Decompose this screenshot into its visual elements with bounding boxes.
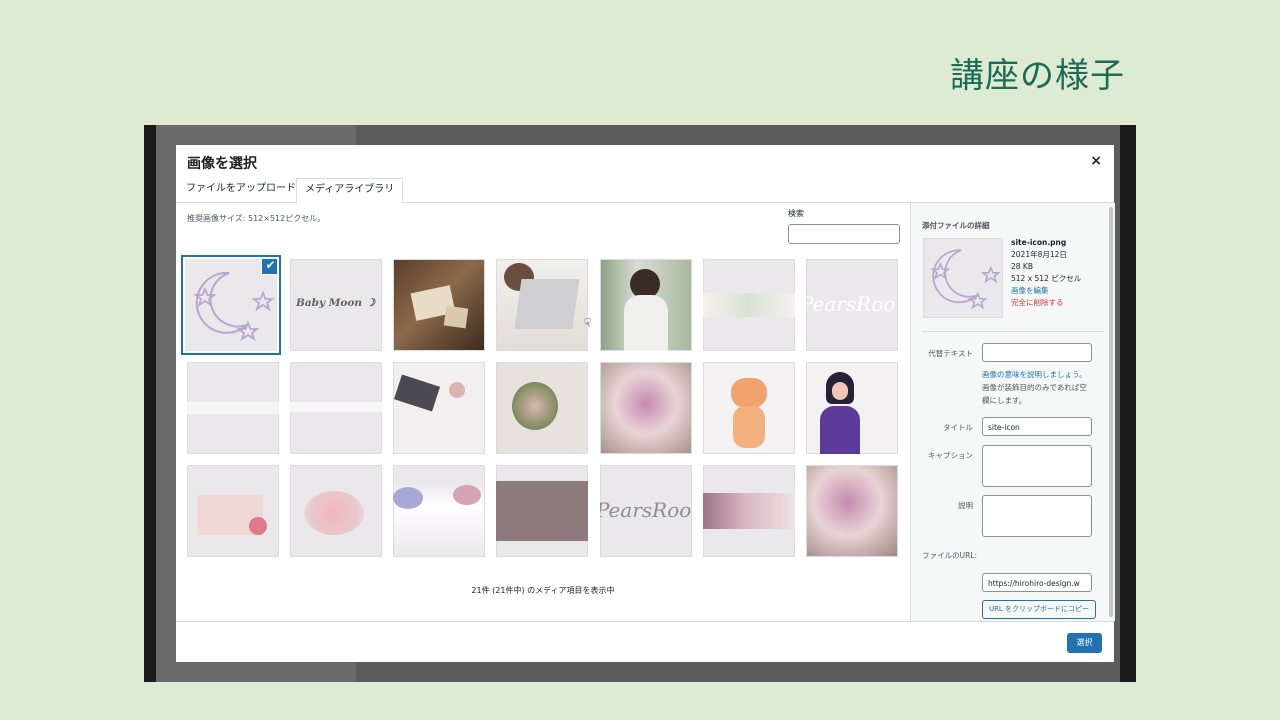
description-label: 説明 — [958, 501, 973, 510]
media-thumb-banner-white-1[interactable] — [187, 362, 279, 454]
thumb-roses-shape — [304, 491, 364, 535]
title-input[interactable]: site-icon — [982, 417, 1092, 436]
alt-text-input[interactable] — [982, 343, 1092, 362]
media-count-text: 21件 (21件中) のメディア項目を表示中 — [471, 586, 615, 595]
attachment-preview — [923, 238, 1003, 318]
thumb-text: PearsRoo — [806, 292, 896, 316]
thumb-cup-shape — [449, 382, 465, 398]
media-thumb-bouquet[interactable] — [496, 362, 588, 454]
thumb-body-shape — [820, 406, 860, 454]
file-url-label: ファイルのURL: — [922, 551, 977, 560]
thumb-banner-shape — [703, 493, 795, 529]
tab-media-library[interactable]: メディアライブラリ — [296, 178, 404, 204]
media-thumb-pink-envelope[interactable] — [187, 465, 279, 557]
thumb-laptop-shape — [514, 279, 580, 329]
thumb-banner-shape — [703, 293, 795, 317]
recommended-size-hint: 推奨画像サイズ: 512×512ピクセル。 — [187, 214, 326, 223]
media-thumb-window-woman[interactable] — [600, 259, 692, 351]
image-dimensions: 512 x 512 ピクセル — [1011, 274, 1082, 283]
file-size: 28 KB — [1011, 262, 1033, 271]
thumb-flower-shape — [393, 487, 423, 509]
alt-text-help-link[interactable]: 画像の意味を説明しましょう — [982, 370, 1079, 379]
thumb-bouquet-shape — [512, 382, 558, 430]
modal-footer: 選択 — [176, 621, 1114, 663]
media-thumb-baby-moon[interactable]: Baby Moon ☽ — [290, 259, 382, 351]
thumb-face-shape — [832, 382, 848, 400]
description-textarea[interactable] — [982, 495, 1092, 537]
delete-permanently-link[interactable]: 完全に削除する — [1011, 297, 1081, 309]
media-thumb-flower-banner[interactable] — [703, 465, 795, 557]
moon-stars-icon — [930, 249, 1001, 310]
thumb-cat-body-shape — [733, 406, 765, 448]
media-thumb-keyboard-desk[interactable] — [393, 362, 485, 454]
attachment-details-heading: 添付ファイルの詳細 — [922, 221, 990, 230]
file-url-input[interactable]: https://hirohiro-design.w — [982, 573, 1092, 592]
media-modal: 画像を選択 × ファイルをアップロード メディアライブラリ 推奨画像サイズ: 5… — [176, 145, 1115, 663]
attachment-details-sidebar: 添付ファイルの詳細 site-icon.png 2021年8月12日 28 KB… — [910, 203, 1115, 621]
select-button[interactable]: 選択 — [1067, 633, 1102, 653]
media-thumb-cat-illustration[interactable] — [703, 362, 795, 454]
thumb-shirt-shape — [624, 295, 668, 351]
thumb-card-shape — [443, 305, 469, 329]
mouse-cursor-icon: ☟ — [584, 316, 592, 330]
title-label: タイトル — [943, 423, 973, 432]
media-thumb-woman-illustration[interactable] — [806, 362, 898, 454]
media-thumb-pearsroo-1[interactable]: PearsRoo — [806, 259, 898, 351]
slide-title: 講座の様子 — [950, 56, 1125, 96]
edit-image-link[interactable]: 画像を編集 — [1011, 285, 1081, 297]
modal-title: 画像を選択 — [187, 156, 257, 172]
upload-date: 2021年8月12日 — [1011, 250, 1067, 259]
media-thumb-pink-roses[interactable] — [290, 465, 382, 557]
caption-label: キャプション — [928, 451, 973, 460]
thumb-banner-shape — [290, 402, 382, 412]
caption-textarea[interactable] — [982, 445, 1092, 487]
tab-upload[interactable]: ファイルをアップロード — [178, 178, 304, 202]
alt-text-label: 代替テキスト — [928, 349, 973, 358]
media-thumb-pearsroo-2[interactable]: PearsRoo — [600, 465, 692, 557]
media-thumb-purple-flowers[interactable] — [393, 465, 485, 557]
media-browser: 推奨画像サイズ: 512×512ピクセル。 検索 ✔ Baby Moon ☽ P… — [176, 203, 910, 621]
media-thumb-banner-white-2[interactable] — [290, 362, 382, 454]
divider — [922, 331, 1104, 332]
thumb-text: PearsRoo — [600, 498, 692, 522]
media-thumb-laptop-woman[interactable] — [496, 259, 588, 351]
media-thumb-peony-hands[interactable] — [806, 465, 898, 557]
media-thumb-class-banner[interactable] — [496, 465, 588, 557]
search-label: 検索 — [788, 209, 804, 218]
media-thumb-site-icon[interactable]: ✔ — [185, 259, 277, 351]
thumb-cat-head-shape — [731, 378, 767, 408]
thumb-keyboard-shape — [393, 374, 441, 412]
thumb-text: Baby Moon ☽ — [296, 297, 376, 309]
media-thumb-banner-flowers[interactable] — [703, 259, 795, 351]
selected-check-icon[interactable]: ✔ — [261, 259, 277, 275]
thumb-flower-shape — [453, 485, 481, 505]
search-input[interactable] — [788, 224, 900, 244]
thumb-banner-shape — [187, 402, 279, 414]
thumb-rose-shape — [249, 517, 267, 535]
sidebar-scrollbar[interactable] — [1109, 207, 1113, 617]
media-thumb-pink-flower-hands[interactable] — [600, 362, 692, 454]
alt-text-help: 画像の意味を説明しましょう。画像が装飾目的のみであれば空欄にします。 — [982, 368, 1094, 407]
close-icon[interactable]: × — [1090, 153, 1102, 169]
thumb-banner-shape — [496, 481, 588, 541]
file-name: site-icon.png — [1011, 238, 1067, 247]
attachment-meta: site-icon.png 2021年8月12日 28 KB 512 x 512… — [1011, 237, 1081, 309]
modal-tabs: ファイルをアップロード メディアライブラリ — [176, 178, 1114, 204]
copy-url-button[interactable]: URL をクリップボードにコピー — [982, 600, 1096, 619]
media-thumb-desk-envelope[interactable] — [393, 259, 485, 351]
